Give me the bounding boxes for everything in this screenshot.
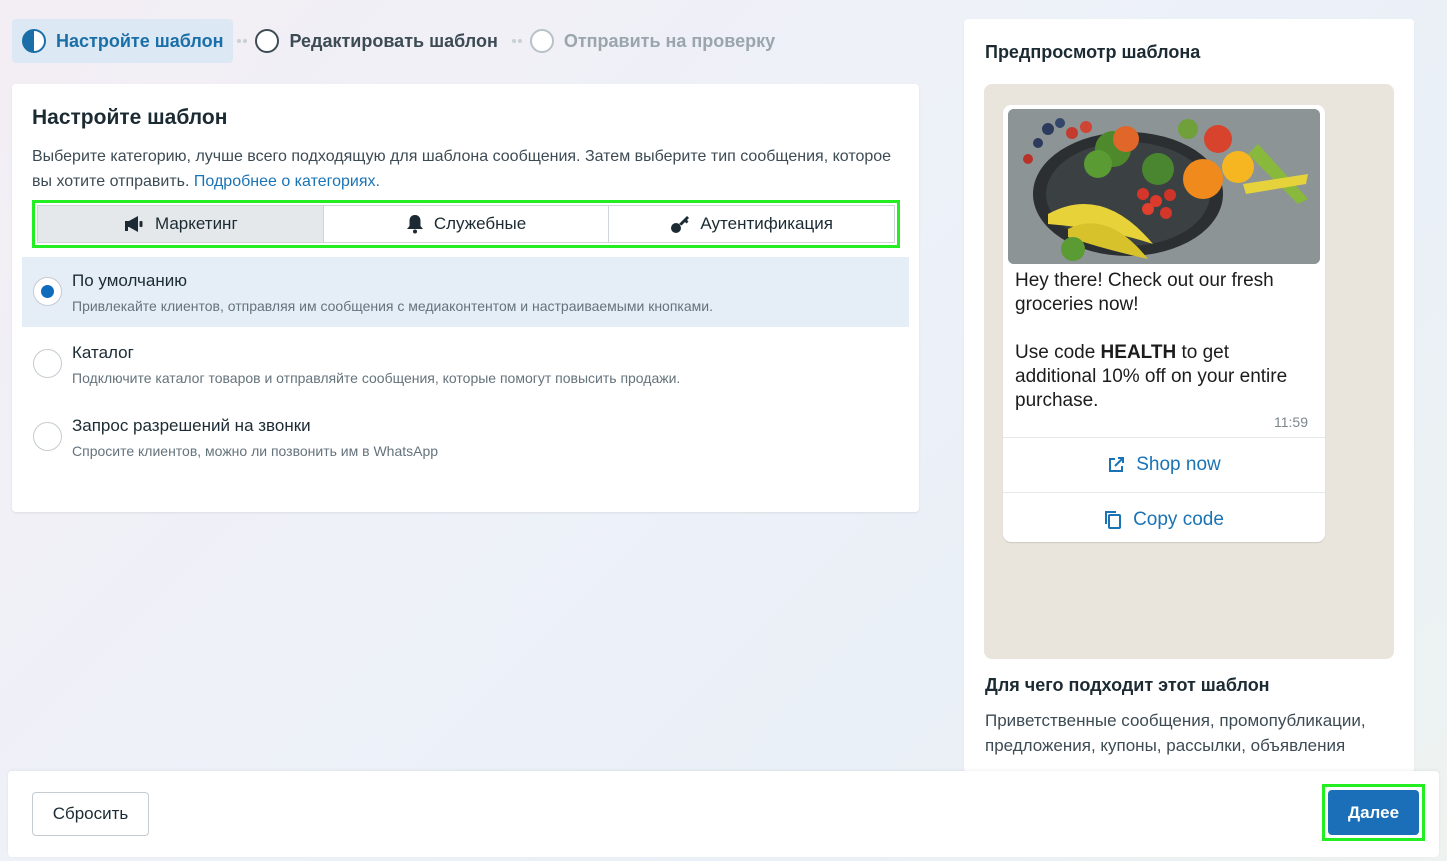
tab-label: Служебные [433,214,527,233]
bell-icon [406,215,423,234]
card-title: Настройте шаблон [32,106,228,129]
radio-button[interactable] [33,422,62,451]
option-call-permission[interactable]: Запрос разрешений на звонки Спросите кли… [22,402,909,472]
card-description: Выберите категорию, лучше всего подходящ… [32,144,902,194]
copy-code-button[interactable]: Copy code [1003,492,1325,546]
step-connector [237,39,248,43]
option-title: По умолчанию [72,271,187,290]
external-link-icon [1109,456,1125,472]
tab-label: Аутентификация [700,214,833,233]
step-label: Редактировать шаблон [289,30,498,51]
footer-bar: Сбросить Далее [8,771,1439,857]
groceries-image [1008,109,1320,264]
radio-button[interactable] [33,349,62,378]
shop-now-button[interactable]: Shop now [1003,437,1325,491]
use-case-description: Приветственные сообщения, промопубликаци… [985,711,1366,755]
option-catalog[interactable]: Каталог Подключите каталог товаров и отп… [22,329,909,399]
key-icon [671,216,690,233]
template-preview-panel: Предпросмотр шаблона Hey there! Check ou… [964,19,1414,774]
button-label: Shop now [1136,453,1221,475]
reset-button[interactable]: Сбросить [32,792,149,836]
empty-circle-icon [255,29,280,53]
category-tabs: Маркетинг Служебные Аутентификация [32,200,900,248]
step-label: Настройте шаблон [56,30,224,51]
option-subtitle: Спросите клиентов, можно ли позвонить им… [72,443,439,459]
use-case-title: Для чего подходит этот шаблон [985,675,1270,695]
message-line-1: Hey there! Check out our fresh groceries… [1015,270,1274,315]
stepper: Настройте шаблон Редактировать шаблон От… [12,19,785,63]
promo-code: HEALTH [1100,342,1177,363]
step-connector [511,39,522,43]
step-edit-template[interactable]: Редактировать шаблон [247,19,507,63]
preview-title: Предпросмотр шаблона [985,42,1201,62]
option-subtitle: Подключите каталог товаров и отправляйте… [72,370,681,386]
option-title: Запрос разрешений на звонки [72,416,311,435]
option-title: Каталог [72,343,134,362]
next-button[interactable]: Далее [1328,790,1419,835]
learn-more-categories-link[interactable]: Подробнее о категориях. [194,173,380,190]
button-label: Copy code [1133,508,1224,530]
step-submit-review[interactable]: Отправить на проверку [522,19,785,63]
copy-icon [1105,510,1122,529]
option-default[interactable]: По умолчанию Привлекайте клиентов, отпра… [22,257,909,327]
tab-label: Маркетинг [155,214,238,233]
megaphone-icon [125,216,143,232]
tab-authentication[interactable]: Аутентификация [609,205,896,243]
option-subtitle: Привлекайте клиентов, отправляя им сообщ… [72,298,713,314]
chat-background: Hey there! Check out our fresh groceries… [984,84,1394,659]
empty-circle-icon [529,29,554,53]
half-circle-progress-icon [22,29,46,53]
message-body: Hey there! Check out our fresh groceries… [1015,269,1315,437]
tab-marketing[interactable]: Маркетинг [37,205,324,243]
template-setup-card: Настройте шаблон Выберите категорию, луч… [12,84,919,512]
step-label: Отправить на проверку [563,30,776,51]
message-line-2: Use code HEALTH to get additional 10% of… [1015,342,1288,411]
message-timestamp: 11:59 [1274,414,1308,430]
step-setup-template[interactable]: Настройте шаблон [12,19,234,63]
tab-utility[interactable]: Служебные [323,205,610,243]
description-text: Выберите категорию, лучше всего подходящ… [32,148,892,190]
next-button-highlight: Далее [1322,784,1425,841]
radio-button[interactable] [33,277,62,306]
message-bubble: Hey there! Check out our fresh groceries… [1003,105,1325,542]
